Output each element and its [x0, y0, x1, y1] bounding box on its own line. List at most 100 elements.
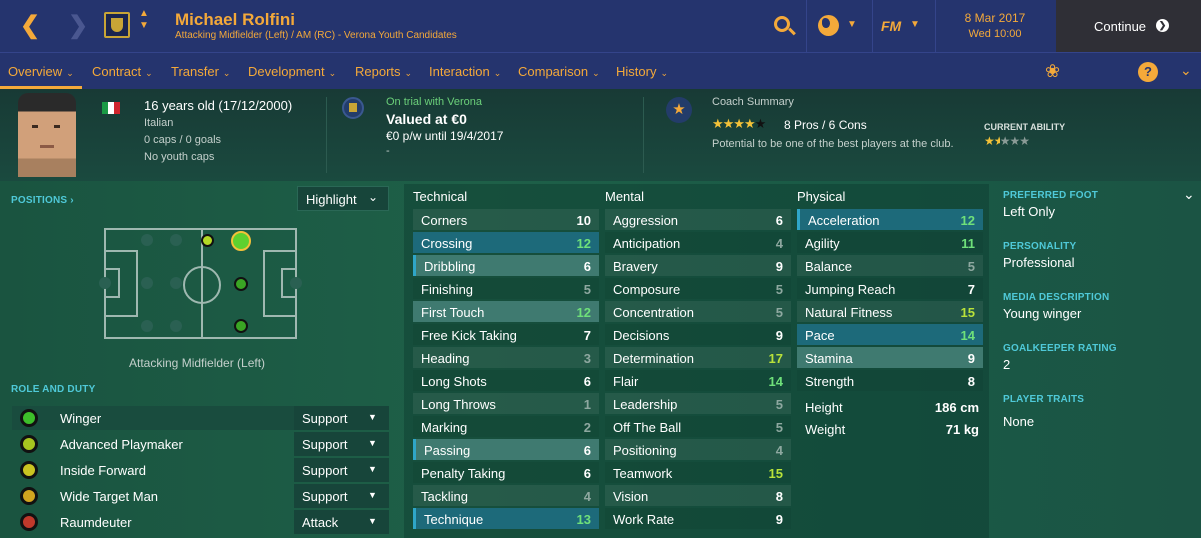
attribute-value: 1 [583, 397, 591, 412]
tab-contract[interactable]: Contract ⌄ [92, 64, 153, 79]
globe-chevron-icon[interactable]: ▼ [847, 19, 857, 30]
attribute-row-balance[interactable]: Balance 5 [797, 255, 983, 276]
attribute-name: Agility [805, 236, 840, 251]
tab-interaction[interactable]: Interaction ⌄ [429, 64, 501, 79]
attribute-name: Long Throws [421, 397, 496, 412]
attribute-row-penalty-taking[interactable]: Penalty Taking 6 [413, 462, 599, 483]
tab-overview[interactable]: Overview ⌄ [8, 64, 74, 79]
attribute-row-composure[interactable]: Composure 5 [605, 278, 791, 299]
attribute-row-off-the-ball[interactable]: Off The Ball 5 [605, 416, 791, 437]
attribute-value: 15 [960, 305, 975, 320]
attribute-value: 6 [583, 374, 591, 389]
attribute-row-leadership[interactable]: Leadership 5 [605, 393, 791, 414]
attribute-value: 3 [583, 351, 591, 366]
attribute-row-long-shots[interactable]: Long Shots 6 [413, 370, 599, 391]
club-crest-icon[interactable] [104, 12, 130, 38]
back-icon[interactable]: ❮ [20, 11, 40, 40]
attribute-row-strength[interactable]: Strength 8 [797, 370, 983, 391]
duty-dropdown[interactable]: Attack ▼ [294, 510, 389, 534]
attribute-row-first-touch[interactable]: First Touch 12 [413, 301, 599, 322]
attribute-row-work-rate[interactable]: Work Rate 9 [605, 508, 791, 529]
attribute-row-flair[interactable]: Flair 14 [605, 370, 791, 391]
attribute-row-aggression[interactable]: Aggression 6 [605, 209, 791, 230]
attribute-row-teamwork[interactable]: Teamwork 15 [605, 462, 791, 483]
role-row-raumdeuter[interactable]: Raumdeuter Attack ▼ [12, 510, 389, 534]
attribute-row-pace[interactable]: Pace 14 [797, 324, 983, 345]
attribute-row-decisions[interactable]: Decisions 9 [605, 324, 791, 345]
globe-icon[interactable] [818, 15, 839, 36]
attribute-value: 9 [967, 351, 975, 366]
duty-dropdown[interactable]: Support ▼ [294, 432, 389, 456]
attribute-row-long-throws[interactable]: Long Throws 1 [413, 393, 599, 414]
attribute-name: Penalty Taking [421, 466, 506, 481]
tab-transfer[interactable]: Transfer ⌄ [171, 64, 230, 79]
role-name: Raumdeuter [60, 515, 132, 530]
attribute-row-acceleration[interactable]: Acceleration 12 [797, 209, 983, 230]
fm-chevron-icon[interactable]: ▼ [910, 19, 920, 30]
player-subtitle[interactable]: Attacking Midfielder (Left) / AM (RC) - … [175, 30, 457, 41]
attribute-row-free-kick-taking[interactable]: Free Kick Taking 7 [413, 324, 599, 345]
attribute-row-vision[interactable]: Vision 8 [605, 485, 791, 506]
preferred-foot-value: Left Only [1003, 204, 1056, 219]
duty-dropdown[interactable]: Support ▼ [294, 406, 389, 430]
tab-comparison[interactable]: Comparison ⌄ [518, 64, 600, 79]
nav-more-icon[interactable]: ⌄ [1180, 62, 1192, 79]
attribute-row-stamina[interactable]: Stamina 9 [797, 347, 983, 368]
help-button[interactable]: ? [1138, 62, 1158, 82]
attribute-row-tackling[interactable]: Tackling 4 [413, 485, 599, 506]
attribute-name: Off The Ball [613, 420, 682, 435]
role-suitability-icon [20, 513, 38, 531]
scout-icon[interactable]: ❀ [1045, 61, 1060, 82]
tab-reports[interactable]: Reports ⌄ [355, 64, 412, 79]
current-ability-label: CURRENT ABILITY [984, 122, 1066, 132]
attribute-row-determination[interactable]: Determination 17 [605, 347, 791, 368]
role-row-wide-target-man[interactable]: Wide Target Man Support ▼ [12, 484, 389, 508]
role-row-winger[interactable]: Winger Support ▼ [12, 406, 389, 430]
pros-cons[interactable]: 8 Pros / 6 Cons [784, 118, 867, 132]
attribute-row-passing[interactable]: Passing 6 [413, 439, 599, 460]
attribute-row-positioning[interactable]: Positioning 4 [605, 439, 791, 460]
attribute-row-crossing[interactable]: Crossing 12 [413, 232, 599, 253]
tab-development[interactable]: Development ⌄ [248, 64, 336, 79]
attribute-row-natural-fitness[interactable]: Natural Fitness 15 [797, 301, 983, 322]
duty-dropdown[interactable]: Support ▼ [294, 484, 389, 508]
highlight-dropdown[interactable]: Highlight ⌄ [297, 186, 389, 211]
attribute-row-bravery[interactable]: Bravery 9 [605, 255, 791, 276]
current-ability-stars: ★★★★★ [984, 134, 1030, 148]
attribute-row-technique[interactable]: Technique 13 [413, 508, 599, 529]
attribute-row-anticipation[interactable]: Anticipation 4 [605, 232, 791, 253]
attribute-row-dribbling[interactable]: Dribbling 6 [413, 255, 599, 276]
attribute-row-finishing[interactable]: Finishing 5 [413, 278, 599, 299]
role-row-advanced-playmaker[interactable]: Advanced Playmaker Support ▼ [12, 432, 389, 456]
attribute-name: Long Shots [421, 374, 487, 389]
coach-summary-title: Coach Summary [712, 96, 794, 108]
media-description-value: Young winger [1003, 306, 1082, 321]
attribute-value: 6 [583, 259, 591, 274]
weight-value: 71 kg [945, 422, 979, 437]
tab-history[interactable]: History ⌄ [616, 64, 668, 79]
position-dot-competent [234, 277, 248, 291]
continue-button[interactable]: Continue ❯ [1056, 0, 1201, 52]
attribute-row-corners[interactable]: Corners 10 [413, 209, 599, 230]
attribute-row-concentration[interactable]: Concentration 5 [605, 301, 791, 322]
attribute-row-marking[interactable]: Marking 2 [413, 416, 599, 437]
divider [872, 0, 873, 52]
forward-icon[interactable]: ❯ [68, 11, 88, 40]
game-time: Wed 10:00 [968, 28, 1022, 40]
attribute-value: 5 [775, 282, 783, 297]
attribute-value: 9 [775, 512, 783, 527]
fm-logo[interactable]: FM [881, 18, 901, 34]
attribute-value: 10 [576, 213, 591, 228]
positions-label[interactable]: POSITIONS › [11, 195, 74, 206]
attribute-name: Technique [424, 512, 484, 527]
chevron-down-icon: ⌄ [66, 68, 74, 78]
attribute-value: 11 [961, 236, 975, 251]
player-switch-icon[interactable]: ▲ ▼ [139, 8, 149, 32]
details-collapse-icon[interactable]: ⌄ [1183, 186, 1195, 203]
attribute-row-jumping-reach[interactable]: Jumping Reach 7 [797, 278, 983, 299]
duty-dropdown[interactable]: Support ▼ [294, 458, 389, 482]
attribute-row-agility[interactable]: Agility 11 [797, 232, 983, 253]
attribute-value: 5 [775, 397, 783, 412]
role-row-inside-forward[interactable]: Inside Forward Support ▼ [12, 458, 389, 482]
attribute-row-heading[interactable]: Heading 3 [413, 347, 599, 368]
